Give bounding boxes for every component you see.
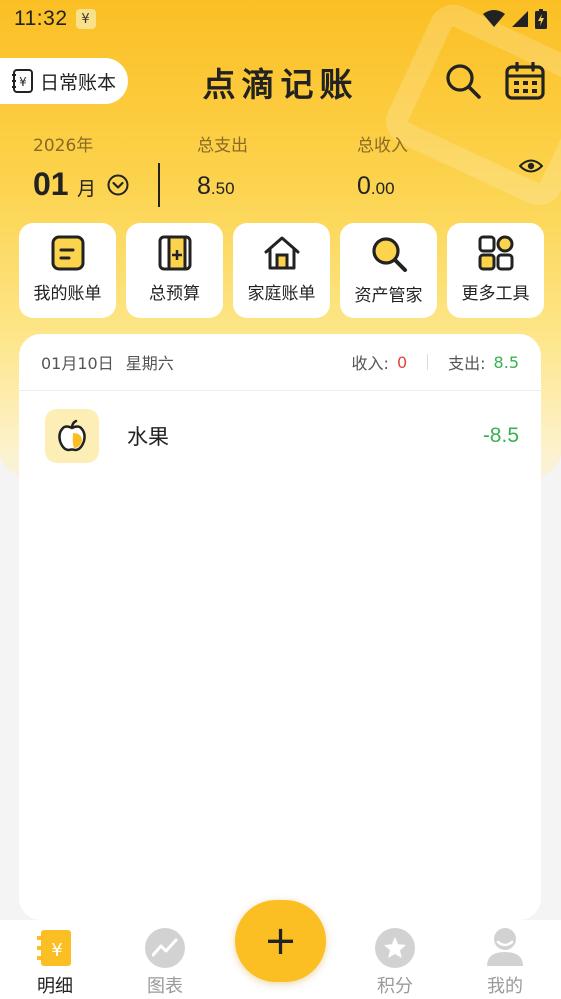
search-icon[interactable] <box>444 62 482 100</box>
tool-label: 我的账单 <box>33 284 102 304</box>
tool-family-bills[interactable]: 家庭账单 <box>233 223 330 318</box>
year-label: 2026年 <box>33 136 94 156</box>
day-expense-value: 8.5 <box>493 352 519 372</box>
month-unit: 月 <box>77 178 97 200</box>
tab-label: 图表 <box>147 976 183 997</box>
day-date: 01月10日 <box>41 354 114 373</box>
tab-points[interactable]: 积分 <box>345 920 445 999</box>
transaction-name: 水果 <box>127 425 169 449</box>
yen-icon: ¥ <box>75 9 96 29</box>
signal-icon <box>512 11 528 27</box>
month-number[interactable]: 01 <box>33 166 69 203</box>
expense-total-label: 总支出 <box>197 136 248 156</box>
summary-divider <box>158 163 160 207</box>
day-header: 01月10日 星期六 收入: 0 支出: 8.5 <box>19 334 541 391</box>
ledger-icon: ¥ <box>37 930 71 966</box>
tool-label: 总预算 <box>149 284 200 304</box>
chart-icon <box>145 928 185 968</box>
calendar-icon[interactable] <box>505 62 545 100</box>
user-icon <box>487 928 523 966</box>
expense-total-value: 8.50 <box>197 172 235 200</box>
quick-tools: 我的账单 总预算 家庭账单 资产管家 更多工具 <box>19 223 544 318</box>
day-income-label: 收入: <box>351 354 389 373</box>
tab-label: 明细 <box>37 976 73 997</box>
chevron-down-icon[interactable] <box>107 174 129 196</box>
transaction-row[interactable]: 水果 -8.5 <box>19 391 541 481</box>
tab-label: 积分 <box>377 976 413 997</box>
status-icons <box>483 9 547 29</box>
tab-label: 我的 <box>487 976 523 997</box>
income-total-label: 总收入 <box>357 136 408 156</box>
eye-icon[interactable] <box>519 157 543 175</box>
tab-details[interactable]: ¥ 明细 <box>5 920 105 999</box>
fruit-icon <box>45 409 99 463</box>
tool-label: 更多工具 <box>461 284 530 304</box>
day-income-value: 0 <box>396 352 408 372</box>
tool-label: 资产管家 <box>354 286 423 306</box>
wifi-icon <box>483 10 505 27</box>
day-weekday: 星期六 <box>125 354 174 373</box>
tool-asset-manager[interactable]: 资产管家 <box>340 223 437 318</box>
svg-text:¥: ¥ <box>51 940 62 961</box>
day-summary-separator <box>427 354 429 370</box>
battery-icon <box>535 9 547 29</box>
star-icon <box>375 928 415 968</box>
day-summary: 收入: 0 支出: 8.5 <box>352 350 519 374</box>
tool-my-bills[interactable]: 我的账单 <box>19 223 116 318</box>
tool-total-budget[interactable]: 总预算 <box>126 223 223 318</box>
tool-label: 家庭账单 <box>247 284 316 304</box>
bill-icon <box>51 235 84 271</box>
transactions-card: 01月10日 星期六 收入: 0 支出: 8.5 水果 -8.5 <box>19 334 541 920</box>
status-bar: 11:32 ¥ <box>0 0 561 38</box>
transaction-amount: -8.5 <box>482 424 519 447</box>
home-icon <box>264 236 299 270</box>
status-time: 11:32 <box>14 7 68 30</box>
income-total-value: 0.00 <box>357 172 395 200</box>
grid-icon <box>478 235 513 271</box>
asset-search-icon <box>371 237 407 272</box>
add-record-button[interactable]: + <box>235 900 326 982</box>
day-expense-label: 支出: <box>448 354 486 373</box>
tab-charts[interactable]: 图表 <box>115 920 215 999</box>
budget-icon <box>158 235 191 271</box>
tab-profile[interactable]: 我的 <box>455 920 555 999</box>
tool-more[interactable]: 更多工具 <box>447 223 544 318</box>
